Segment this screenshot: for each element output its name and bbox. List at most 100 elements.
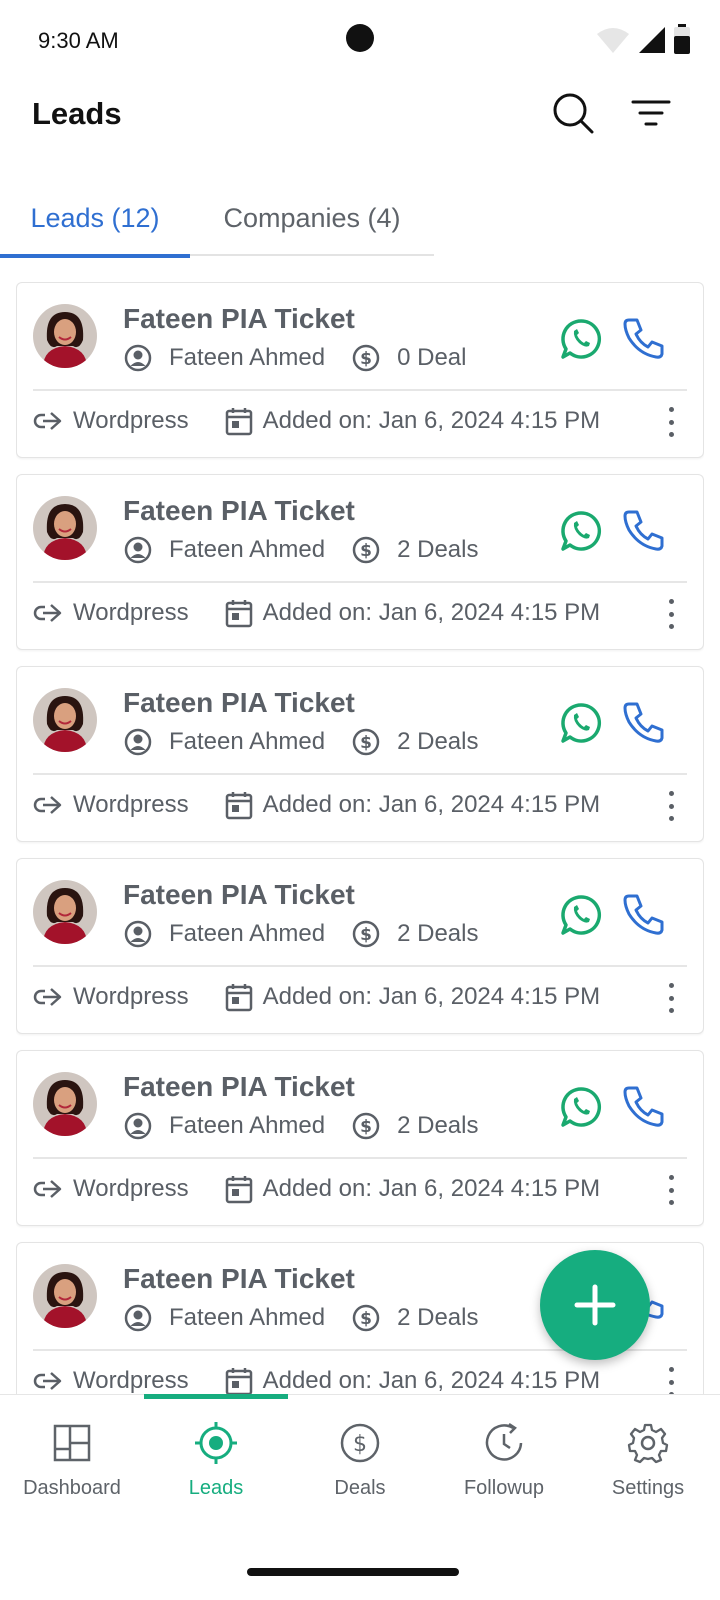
link-icon — [33, 981, 65, 1013]
nav-label: Deals — [334, 1477, 386, 1499]
lead-meta: Fateen Ahmed $ 2 Deals — [123, 727, 478, 757]
search-button[interactable] — [548, 88, 598, 138]
more-dot — [668, 995, 674, 1001]
whatsapp-button[interactable] — [559, 509, 603, 553]
gear-icon — [626, 1421, 670, 1465]
more-options-button[interactable] — [659, 1175, 683, 1205]
lead-title[interactable]: Fateen PIA Ticket — [123, 495, 355, 527]
add-lead-button[interactable] — [540, 1250, 650, 1360]
lead-card[interactable]: Fateen PIA Ticket Fateen Ahmed $ 2 Deals — [16, 474, 704, 650]
tab-leads[interactable]: Leads (12) — [0, 180, 190, 258]
dollar-icon: $ — [351, 535, 381, 565]
lead-meta: Fateen Ahmed $ 2 Deals — [123, 1303, 478, 1333]
more-dot — [668, 983, 674, 988]
more-dot — [668, 803, 674, 809]
phone-icon — [623, 510, 664, 551]
more-dot — [668, 407, 674, 412]
call-button[interactable] — [621, 699, 667, 745]
lead-title[interactable]: Fateen PIA Ticket — [123, 687, 355, 719]
lead-source: Wordpress — [73, 983, 189, 1010]
lead-title[interactable]: Fateen PIA Ticket — [123, 1071, 355, 1103]
tab-companies[interactable]: Companies (4) — [190, 180, 434, 256]
avatar — [33, 304, 97, 368]
calendar-icon — [223, 597, 255, 629]
more-options-button[interactable] — [659, 983, 683, 1013]
more-dot — [668, 611, 674, 617]
nav-settings[interactable]: Settings — [576, 1395, 720, 1535]
phone-icon — [623, 1086, 664, 1127]
dollar-icon: $ — [351, 919, 381, 949]
avatar — [33, 1264, 97, 1328]
call-button[interactable] — [621, 315, 667, 361]
whatsapp-button[interactable] — [559, 893, 603, 937]
lead-footer: Wordpress Added on: Jan 6, 2024 4:15 PM — [33, 1173, 600, 1205]
dollar-icon: $ — [351, 343, 381, 373]
battery-icon — [674, 24, 690, 54]
lead-card[interactable]: Fateen PIA Ticket Fateen Ahmed $ 2 Deals — [16, 858, 704, 1034]
wifi-icon — [597, 28, 629, 53]
lead-source: Wordpress — [73, 1367, 189, 1394]
lead-footer: Wordpress Added on: Jan 6, 2024 4:15 PM — [33, 789, 600, 821]
user-icon — [123, 343, 153, 373]
calendar-icon — [223, 405, 255, 437]
lead-card[interactable]: Fateen PIA Ticket Fateen Ahmed $ 2 Deals — [16, 666, 704, 842]
clock-icon — [482, 1421, 526, 1465]
card-divider — [33, 389, 687, 391]
avatar-image — [33, 1072, 97, 1136]
call-button[interactable] — [621, 891, 667, 937]
dashboard-icon — [50, 1421, 94, 1465]
lead-owner: Fateen Ahmed — [169, 1112, 326, 1139]
lead-list[interactable]: Fateen PIA Ticket Fateen Ahmed $ 0 Deal — [16, 282, 704, 1420]
lead-deal-count: 2 Deals — [397, 920, 479, 947]
more-options-button[interactable] — [659, 407, 683, 437]
more-options-button[interactable] — [659, 1367, 683, 1397]
user-icon — [123, 1111, 153, 1141]
lead-title[interactable]: Fateen PIA Ticket — [123, 879, 355, 911]
nav-label: Dashboard — [23, 1477, 121, 1499]
whatsapp-icon — [561, 511, 602, 551]
nav-dashboard[interactable]: Dashboard — [0, 1395, 144, 1535]
lead-title[interactable]: Fateen PIA Ticket — [123, 1263, 355, 1295]
signal-icon — [639, 27, 665, 53]
lead-deal-count: 0 Deal — [397, 344, 467, 371]
lead-title[interactable]: Fateen PIA Ticket — [123, 303, 355, 335]
link-icon — [33, 405, 65, 437]
lead-owner: Fateen Ahmed — [169, 1304, 326, 1331]
whatsapp-button[interactable] — [559, 701, 603, 745]
nav-leads[interactable]: Leads — [144, 1394, 288, 1535]
dollar-icon: $ — [351, 1111, 381, 1141]
more-dot — [668, 791, 674, 796]
whatsapp-button[interactable] — [559, 317, 603, 361]
phone-icon — [623, 894, 664, 935]
filter-button[interactable] — [626, 88, 676, 138]
lead-meta: Fateen Ahmed $ 2 Deals — [123, 535, 478, 565]
nav-label: Leads — [188, 1477, 244, 1499]
lead-added-date: Added on: Jan 6, 2024 4:15 PM — [262, 983, 601, 1010]
home-indicator[interactable] — [247, 1568, 459, 1576]
more-dot — [668, 432, 674, 437]
avatar-image — [33, 880, 97, 944]
lead-card[interactable]: Fateen PIA Ticket Fateen Ahmed $ 0 Deal — [16, 282, 704, 458]
lead-footer: Wordpress Added on: Jan 6, 2024 4:15 PM — [33, 405, 600, 437]
whatsapp-button[interactable] — [559, 1085, 603, 1129]
nav-followup[interactable]: Followup — [432, 1395, 576, 1535]
lead-card[interactable]: Fateen PIA Ticket Fateen Ahmed $ 2 Deals — [16, 1050, 704, 1226]
camera-cutout — [346, 24, 374, 52]
nav-deals[interactable]: $ Deals — [288, 1395, 432, 1535]
call-button[interactable] — [621, 507, 667, 553]
call-button[interactable] — [621, 1083, 667, 1129]
app-bar: Leads — [0, 80, 720, 180]
bottom-nav: Dashboard Leads $ Deals Followup Setting… — [0, 1394, 720, 1534]
nav-label: Settings — [611, 1477, 685, 1499]
lead-source: Wordpress — [73, 599, 189, 626]
dollar-icon: $ — [338, 1421, 382, 1465]
card-divider — [33, 581, 687, 583]
more-options-button[interactable] — [659, 599, 683, 629]
svg-text:$: $ — [353, 1432, 367, 1457]
lead-footer: Wordpress Added on: Jan 6, 2024 4:15 PM — [33, 981, 600, 1013]
more-options-button[interactable] — [659, 791, 683, 821]
lead-meta: Fateen Ahmed $ 0 Deal — [123, 343, 466, 373]
svg-text:$: $ — [360, 1309, 372, 1329]
page-title: Leads — [32, 96, 122, 131]
lead-source: Wordpress — [73, 791, 189, 818]
